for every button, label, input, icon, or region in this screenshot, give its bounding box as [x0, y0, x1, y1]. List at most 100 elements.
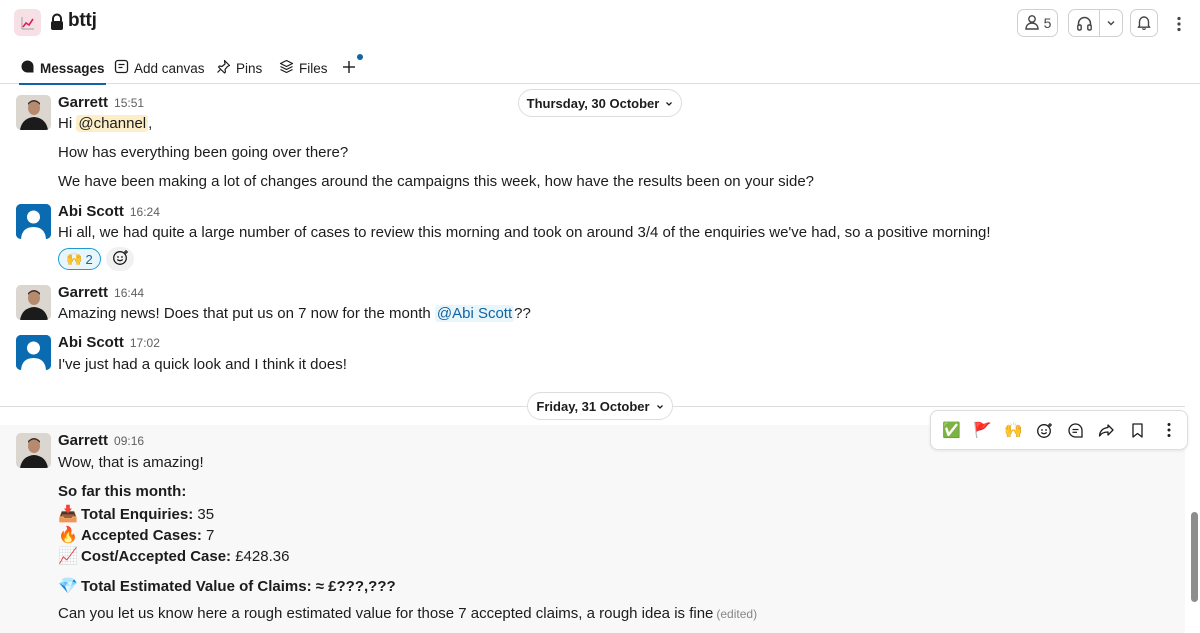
message-text: Hi all, we had quite a large number of c… [58, 224, 991, 241]
reaction-pill[interactable]: 🙌 2 [58, 248, 101, 270]
forward-icon[interactable] [1091, 414, 1122, 446]
stats-heading: So far this month: [58, 483, 187, 500]
bell-icon [1136, 14, 1152, 33]
stat-label: Total Enquiries: [81, 506, 194, 523]
message-sender[interactable]: Abi Scott 17:02 [58, 334, 160, 351]
chevron-down-icon [665, 96, 673, 111]
message-text: Can you let us know here a rough estimat… [58, 605, 757, 622]
tab-messages[interactable]: Messages [19, 52, 106, 85]
tab-label: Files [299, 60, 328, 76]
message-timestamp[interactable]: 15:51 [114, 96, 144, 110]
sender-name[interactable]: Garrett [58, 94, 108, 111]
day-label: Friday, 31 October [536, 398, 650, 414]
day-label: Thursday, 30 October [526, 95, 660, 111]
lock-icon [50, 13, 64, 35]
message-timestamp[interactable]: 16:24 [130, 205, 160, 219]
tab-label: Pins [236, 60, 263, 76]
tab-pins[interactable]: Pins [216, 52, 262, 84]
stat-row: 📥 Total Enquiries: 35 [58, 504, 214, 524]
channel-name[interactable]: bttj [68, 10, 97, 32]
avatar[interactable] [16, 335, 51, 370]
sender-name[interactable]: Abi Scott [58, 334, 124, 351]
message-timestamp[interactable]: 09:16 [114, 434, 144, 448]
message-sender[interactable]: Garrett 16:44 [58, 284, 144, 301]
check-emoji[interactable]: ✅ [936, 414, 967, 446]
message-text: How has everything been going over there… [58, 144, 349, 161]
bookmark-icon[interactable] [1122, 414, 1153, 446]
person-icon [1024, 14, 1040, 33]
message-text: Amazing news! Does that put us on 7 now … [58, 305, 531, 322]
scrollbar-thumb[interactable] [1191, 512, 1198, 602]
sender-name[interactable]: Garrett [58, 432, 108, 449]
huddle-button[interactable] [1068, 9, 1123, 37]
message-actions-toolbar: ✅ 🚩 🙌 [930, 410, 1188, 450]
more-vertical-icon[interactable] [1169, 12, 1189, 36]
stat-label: Cost/Accepted Case: [81, 548, 232, 565]
reaction-count: 2 [85, 251, 93, 267]
members-count: 5 [1043, 15, 1052, 31]
stat-row: 📈 Cost/Accepted Case: £428.36 [58, 546, 289, 566]
avatar[interactable] [16, 95, 51, 130]
flag-emoji[interactable]: 🚩 [967, 414, 998, 446]
message-sender[interactable]: Garrett 15:51 [58, 94, 144, 111]
estimate-text: Total Estimated Value of Claims: ≈ £???,… [81, 578, 396, 595]
avatar[interactable] [16, 285, 51, 320]
tab-files[interactable]: Files [279, 52, 328, 84]
chart-increasing-emoji: 📈 [58, 548, 78, 565]
pin-icon [216, 59, 231, 77]
reply-thread-icon[interactable] [1060, 414, 1091, 446]
message-sender[interactable]: Abi Scott 16:24 [58, 203, 160, 220]
stat-value: 7 [201, 527, 215, 544]
chevron-down-icon[interactable] [1100, 10, 1122, 36]
chart-icon[interactable] [14, 9, 41, 36]
message-sender[interactable]: Garrett 09:16 [58, 432, 144, 449]
raised-hands-emoji: 🙌 [66, 251, 83, 266]
inbox-tray-emoji: 📥 [58, 506, 78, 523]
day-divider-friday[interactable]: Friday, 31 October [527, 392, 673, 420]
stat-row: 🔥 Accepted Cases: 7 [58, 525, 214, 545]
add-reaction-button[interactable] [106, 247, 134, 271]
closing-text: Can you let us know here a rough estimat… [58, 605, 714, 622]
channel-mention[interactable]: @channel [76, 115, 149, 132]
message-text: We have been making a lot of changes aro… [58, 173, 815, 190]
flag-emoji-glyph: 🚩 [973, 422, 992, 439]
members-button[interactable]: 5 [1017, 9, 1058, 37]
messages-icon [20, 59, 35, 77]
text-fragment: Hi [58, 115, 77, 132]
sender-name[interactable]: Abi Scott [58, 203, 124, 220]
day-divider-thursday[interactable]: Thursday, 30 October [518, 89, 682, 117]
more-actions-icon[interactable] [1153, 414, 1184, 446]
estimate-row: 💎 Total Estimated Value of Claims: ≈ £???… [58, 576, 396, 596]
sender-name[interactable]: Garrett [58, 284, 108, 301]
tab-label: Messages [40, 60, 105, 76]
add-tab-button[interactable] [342, 52, 356, 84]
chevron-down-icon [656, 399, 664, 414]
channel-tabs: Messages Add canvas Pins Files [0, 52, 1200, 85]
message-text: Wow, that is amazing! [58, 454, 204, 471]
message-timestamp[interactable]: 17:02 [130, 336, 160, 350]
stat-label: Accepted Cases: [81, 527, 202, 544]
avatar[interactable] [16, 204, 51, 239]
edited-label: (edited) [716, 607, 758, 621]
raised-hands-emoji[interactable]: 🙌 [998, 414, 1029, 446]
check-emoji-glyph: ✅ [942, 422, 961, 439]
message-text: Hi @channel, [58, 115, 152, 132]
text-fragment: , [148, 115, 153, 132]
fire-emoji: 🔥 [58, 527, 78, 544]
add-reaction-icon[interactable] [1029, 414, 1060, 446]
user-mention[interactable]: @Abi Scott [434, 305, 515, 322]
stat-value: 35 [193, 506, 215, 523]
tab-add-canvas[interactable]: Add canvas [114, 52, 205, 84]
plus-icon [342, 60, 356, 77]
raised-hands-emoji-glyph: 🙌 [1004, 422, 1023, 439]
text-fragment: ?? [514, 305, 531, 322]
tab-label: Add canvas [134, 60, 205, 76]
message-timestamp[interactable]: 16:44 [114, 286, 144, 300]
headphones-icon[interactable] [1069, 10, 1100, 36]
gem-emoji: 💎 [58, 578, 78, 595]
text-fragment: Amazing news! Does that put us on 7 now … [58, 305, 435, 322]
stat-value: £428.36 [231, 548, 290, 565]
new-indicator-dot [357, 54, 363, 60]
avatar[interactable] [16, 433, 51, 468]
notifications-button[interactable] [1130, 9, 1158, 37]
